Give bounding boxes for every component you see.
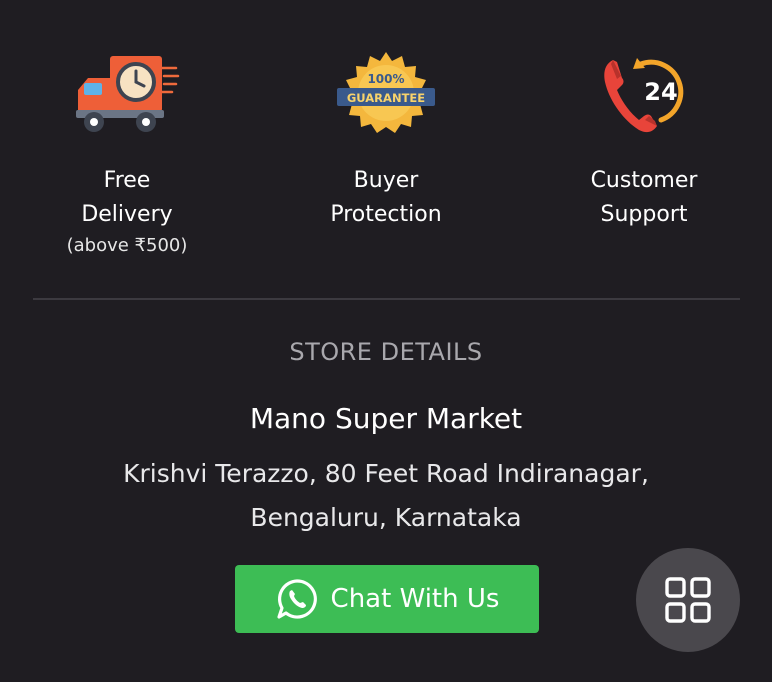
feature-buyer-protection: GUARANTEE 100% Buyer Protection	[276, 50, 496, 232]
chat-button-label: Chat With Us	[330, 584, 500, 614]
feature-customer-support: 24 Customer Support	[534, 50, 754, 232]
badge-ribbon-text: GUARANTEE	[347, 91, 425, 105]
badge-number-text: 24	[644, 78, 677, 106]
store-address-line2: Bengaluru, Karnataka	[250, 503, 522, 532]
badge-top-text: 100%	[367, 72, 404, 86]
store-address-line1: Krishvi Terazzo, 80 Feet Road Indiranaga…	[123, 459, 649, 488]
section-divider	[33, 298, 740, 300]
page: Free Delivery (above ₹500) GUARANTEE 100…	[0, 0, 772, 682]
chat-with-us-button[interactable]: Chat With Us	[235, 565, 539, 633]
feature-title: Free Delivery	[81, 168, 173, 227]
feature-title: Customer Support	[590, 168, 698, 227]
feature-free-delivery: Free Delivery (above ₹500)	[17, 50, 237, 258]
features-row: Free Delivery (above ₹500) GUARANTEE 100…	[0, 50, 772, 270]
grid-icon	[665, 577, 711, 623]
support-phone-icon: 24	[604, 58, 684, 133]
feature-title: Buyer Protection	[330, 168, 442, 227]
store-name: Mano Super Market	[249, 402, 523, 435]
store-details-heading: STORE DETAILS	[289, 338, 483, 366]
guarantee-badge-icon: GUARANTEE 100%	[337, 52, 435, 133]
grid-menu-fab[interactable]	[636, 548, 740, 652]
delivery-truck-icon	[76, 56, 180, 132]
store-address: Krishvi Terazzo, 80 Feet Road Indiranaga…	[40, 452, 732, 540]
feature-note: (above ₹500)	[66, 235, 188, 256]
whatsapp-icon	[276, 579, 317, 619]
